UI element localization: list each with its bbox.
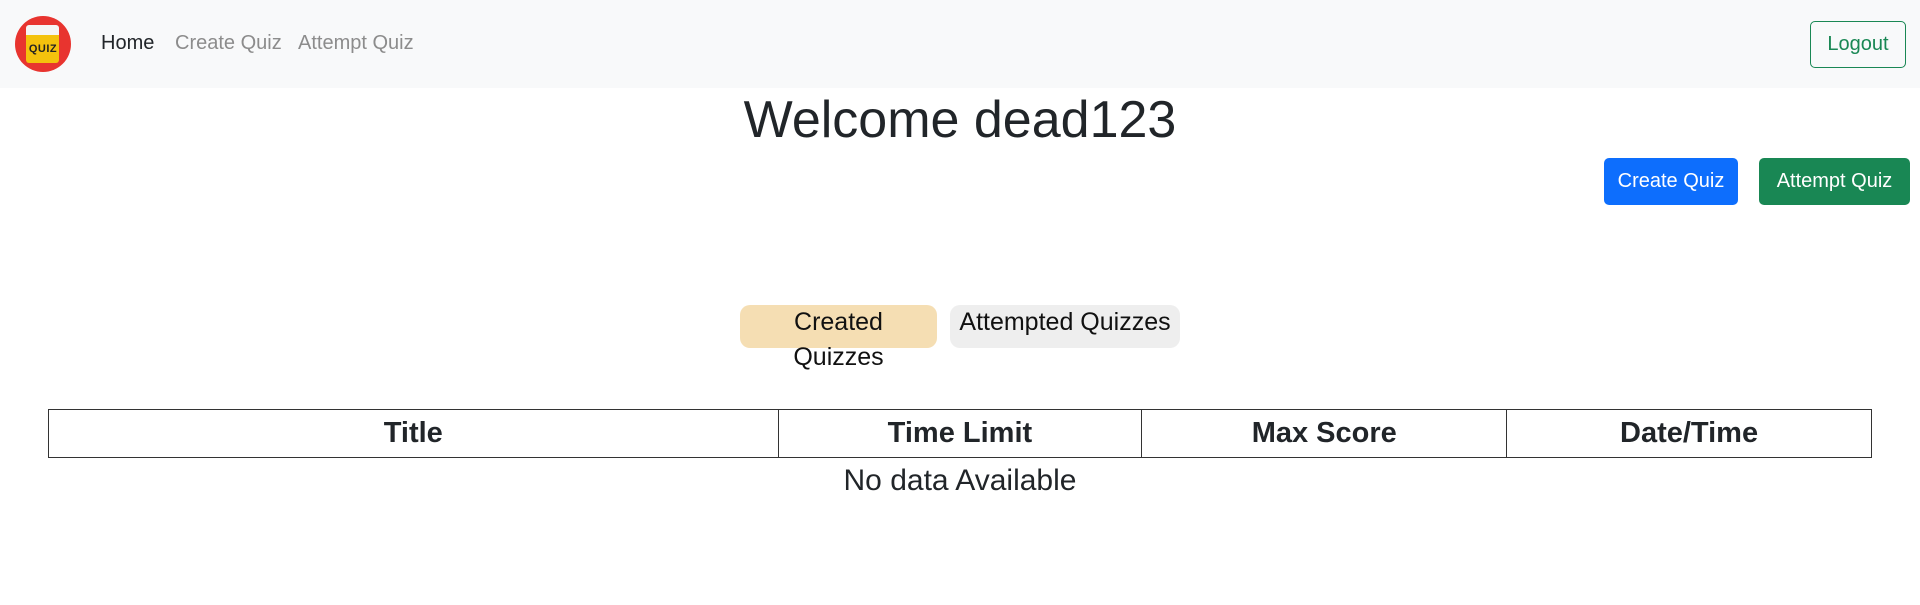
- column-header-date-time: Date/Time: [1506, 409, 1872, 458]
- nav-link-attempt-quiz[interactable]: Attempt Quiz: [298, 32, 414, 55]
- quizzes-table: Title Time Limit Max Score Date/Time: [48, 409, 1872, 458]
- page-title: Welcome dead123: [743, 91, 1177, 149]
- attempt-quiz-button[interactable]: Attempt Quiz: [1759, 158, 1910, 205]
- empty-table-message: No data Available: [843, 464, 1077, 497]
- tab-attempted-quizzes[interactable]: Attempted Quizzes: [950, 305, 1180, 348]
- column-header-title: Title: [48, 409, 779, 458]
- navbar: QUIZ Home Create Quiz Attempt Quiz Logou…: [0, 0, 1920, 88]
- table-header-row: Title Time Limit Max Score Date/Time: [48, 409, 1872, 458]
- column-header-max-score: Max Score: [1141, 409, 1508, 458]
- create-quiz-button[interactable]: Create Quiz: [1604, 158, 1738, 205]
- logout-button[interactable]: Logout: [1810, 21, 1906, 68]
- nav-link-home[interactable]: Home: [101, 32, 154, 55]
- column-header-time-limit: Time Limit: [777, 409, 1143, 458]
- logo-text: QUIZ: [28, 43, 58, 55]
- tab-created-quizzes[interactable]: Created Quizzes: [740, 305, 937, 371]
- quiz-logo[interactable]: QUIZ: [15, 16, 71, 72]
- nav-link-create-quiz[interactable]: Create Quiz: [175, 32, 282, 55]
